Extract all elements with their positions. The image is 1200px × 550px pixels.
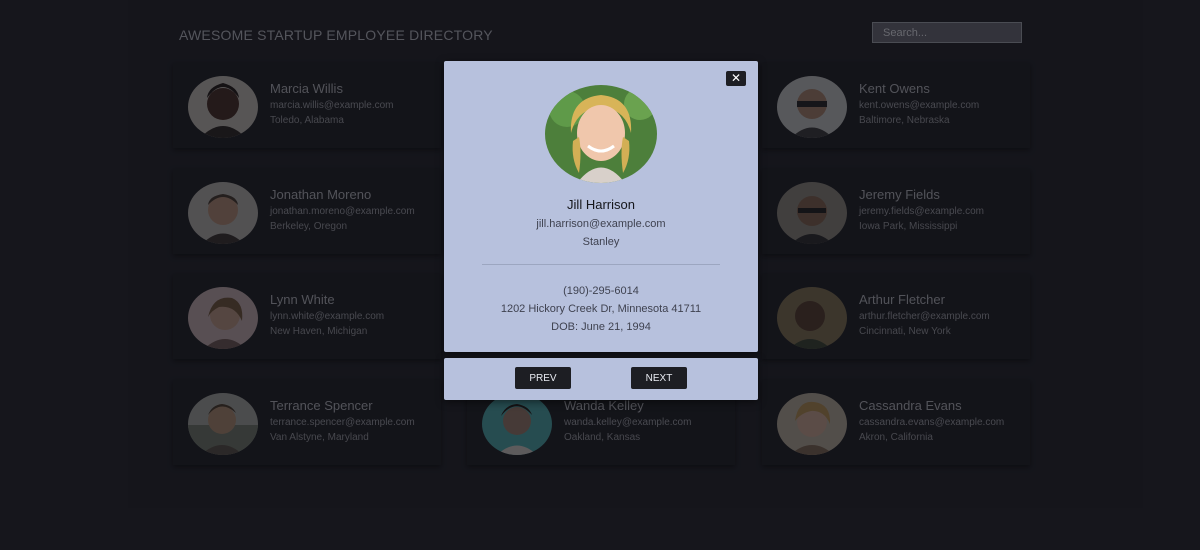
employee-card[interactable]: Terrance Spencer terrance.spencer@exampl… xyxy=(173,380,441,465)
employee-card[interactable]: Marcia Willis marcia.willis@example.com … xyxy=(173,63,441,148)
employee-avatar xyxy=(188,393,258,455)
employee-card[interactable]: Jeremy Fields jeremy.fields@example.com … xyxy=(762,169,1030,254)
employee-name: Jonathan Moreno xyxy=(270,187,372,202)
employee-info: Jeremy Fields jeremy.fields@example.com … xyxy=(859,186,1022,234)
employee-name: Marcia Willis xyxy=(270,81,343,96)
page-title: Awesome Startup Employee Directory xyxy=(179,27,493,43)
employee-avatar xyxy=(482,393,552,455)
employee-location: Cincinnati, New York xyxy=(859,326,951,337)
modal-employee-dob: DOB: June 21, 1994 xyxy=(551,321,651,333)
avatar-photo-icon xyxy=(188,182,258,244)
search-input[interactable] xyxy=(872,22,1022,43)
employee-info: Terrance Spencer terrance.spencer@exampl… xyxy=(270,397,433,445)
employee-location: Van Alstyne, Maryland xyxy=(270,432,369,443)
employee-name: Cassandra Evans xyxy=(859,398,962,413)
avatar-photo-icon xyxy=(188,393,258,455)
modal-avatar xyxy=(545,85,657,183)
employee-info: Wanda Kelley wanda.kelley@example.com Oa… xyxy=(564,397,727,445)
employee-card[interactable]: Jonathan Moreno jonathan.moreno@example.… xyxy=(173,169,441,254)
employee-location: Toledo, Alabama xyxy=(270,115,344,126)
employee-avatar xyxy=(777,182,847,244)
modal-divider xyxy=(482,264,720,265)
employee-email: wanda.kelley@example.com xyxy=(564,417,692,428)
employee-location: Oakland, Kansas xyxy=(564,432,641,443)
employee-name: Terrance Spencer xyxy=(270,398,373,413)
employee-card[interactable]: Lynn White lynn.white@example.com New Ha… xyxy=(173,274,441,359)
employee-email: jonathan.moreno@example.com xyxy=(270,206,415,217)
modal-employee-name: Jill Harrison xyxy=(567,197,635,212)
employee-location: Berkeley, Oregon xyxy=(270,221,348,232)
employee-modal: ✕ Jill Harrison jill.harrison@example.co… xyxy=(444,61,758,352)
employee-directory-page: Awesome Startup Employee Directory Marci… xyxy=(0,0,1200,550)
avatar-photo-icon xyxy=(482,393,552,455)
employee-location: Iowa Park, Mississippi xyxy=(859,221,958,232)
employee-avatar xyxy=(777,76,847,138)
employee-avatar xyxy=(188,287,258,349)
employee-email: marcia.willis@example.com xyxy=(270,100,394,111)
header: Awesome Startup Employee Directory xyxy=(179,22,1022,46)
employee-info: Cassandra Evans cassandra.evans@example.… xyxy=(859,397,1022,445)
employee-name: Lynn White xyxy=(270,292,335,307)
employee-info: Marcia Willis marcia.willis@example.com … xyxy=(270,80,433,128)
modal-navigation: PREV NEXT xyxy=(444,358,758,400)
employee-name: Kent Owens xyxy=(859,81,930,96)
next-button[interactable]: NEXT xyxy=(631,367,687,389)
employee-avatar xyxy=(188,76,258,138)
employee-avatar xyxy=(188,182,258,244)
close-button[interactable]: ✕ xyxy=(726,71,746,86)
employee-info: Lynn White lynn.white@example.com New Ha… xyxy=(270,291,433,339)
employee-info: Arthur Fletcher arthur.fletcher@example.… xyxy=(859,291,1022,339)
modal-employee-phone: (190)-295-6014 xyxy=(563,285,639,297)
employee-email: arthur.fletcher@example.com xyxy=(859,311,990,322)
close-icon: ✕ xyxy=(730,71,742,85)
employee-avatar xyxy=(777,287,847,349)
avatar-photo-icon xyxy=(188,287,258,349)
avatar-photo-icon xyxy=(188,76,258,138)
employee-name: Arthur Fletcher xyxy=(859,292,945,307)
modal-employee-email: jill.harrison@example.com xyxy=(536,218,666,230)
employee-card[interactable]: Arthur Fletcher arthur.fletcher@example.… xyxy=(762,274,1030,359)
employee-card[interactable]: Kent Owens kent.owens@example.com Baltim… xyxy=(762,63,1030,148)
employee-info: Jonathan Moreno jonathan.moreno@example.… xyxy=(270,186,433,234)
employee-email: jeremy.fields@example.com xyxy=(859,206,985,217)
employee-info: Kent Owens kent.owens@example.com Baltim… xyxy=(859,80,1022,128)
prev-button[interactable]: PREV xyxy=(515,367,571,389)
employee-location: Akron, California xyxy=(859,432,933,443)
avatar-photo-icon xyxy=(777,76,847,138)
avatar-photo-icon xyxy=(777,182,847,244)
employee-card[interactable]: Cassandra Evans cassandra.evans@example.… xyxy=(762,380,1030,465)
avatar-photo-icon xyxy=(777,287,847,349)
modal-employee-city: Stanley xyxy=(582,236,620,248)
employee-name: Jeremy Fields xyxy=(859,187,940,202)
modal-employee-address: 1202 Hickory Creek Dr, Minnesota 41711 xyxy=(500,303,702,315)
employee-email: cassandra.evans@example.com xyxy=(859,417,1005,428)
avatar-photo-icon xyxy=(777,393,847,455)
employee-email: lynn.white@example.com xyxy=(270,311,385,322)
avatar-photo-icon xyxy=(545,85,657,183)
employee-avatar xyxy=(777,393,847,455)
employee-email: kent.owens@example.com xyxy=(859,100,980,111)
employee-email: terrance.spencer@example.com xyxy=(270,417,415,428)
employee-location: Baltimore, Nebraska xyxy=(859,115,950,126)
employee-location: New Haven, Michigan xyxy=(270,326,368,337)
